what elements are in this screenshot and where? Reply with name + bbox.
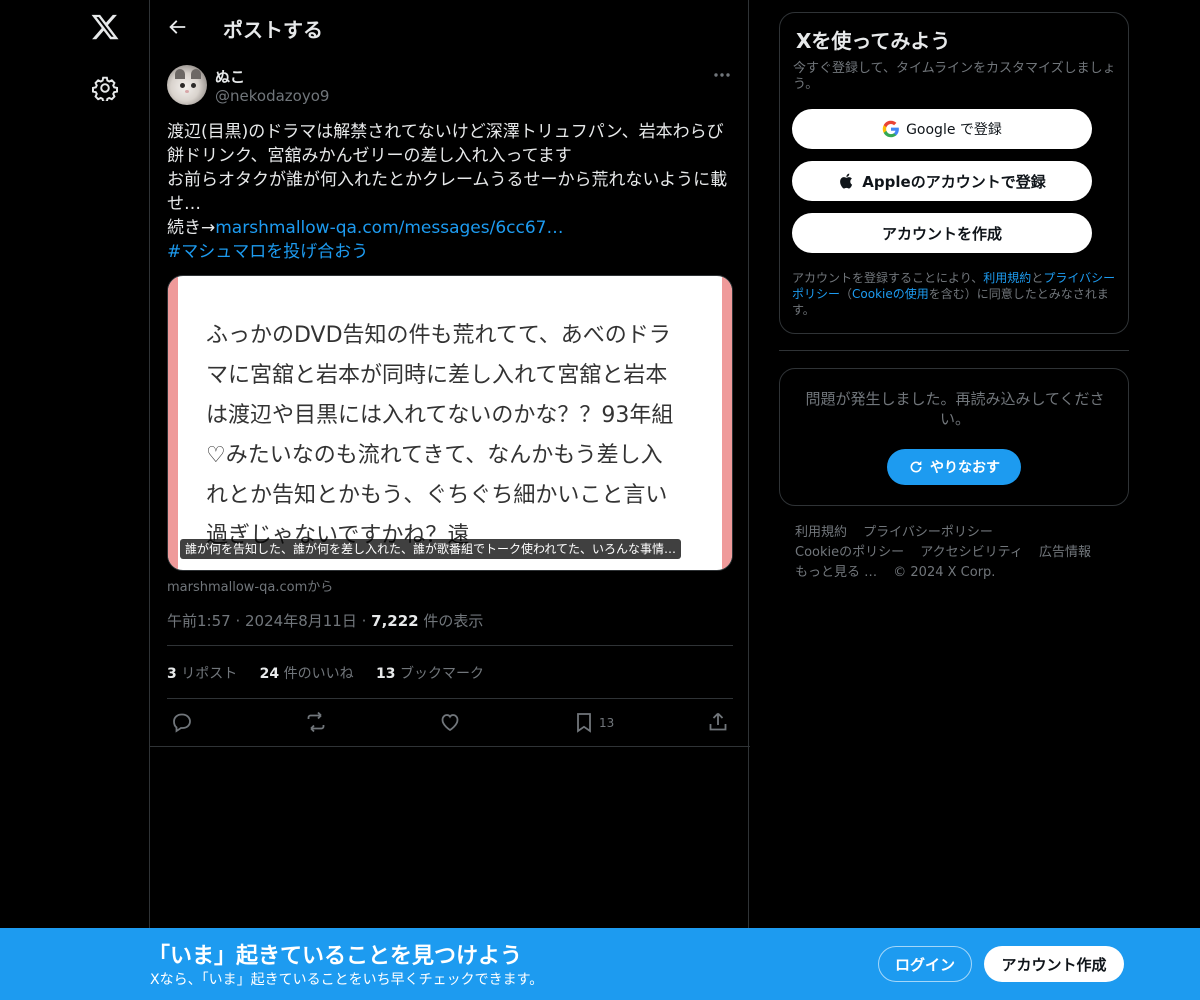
apple-icon (840, 173, 853, 189)
bottom-banner: 「いま」起きていることを見つけよう Xなら、「いま」起きていることをいち早くチェ… (0, 928, 1200, 1000)
refresh-icon (910, 461, 922, 473)
more-options-icon[interactable] (710, 65, 734, 85)
repost-icon[interactable] (304, 710, 328, 734)
avatar[interactable] (167, 65, 207, 105)
footer-privacy-link[interactable]: プライバシーポリシー (863, 525, 993, 540)
banner-title: 「いま」起きていることを見つけよう (148, 944, 523, 969)
bookmark-count: 13 (599, 716, 615, 730)
signup-button[interactable]: アカウント作成 (984, 946, 1124, 982)
apple-signup-button[interactable]: Appleのアカウントで登録 (792, 161, 1092, 201)
author-display-name[interactable]: ぬこ (215, 66, 245, 87)
terms-link[interactable]: 利用規約 (983, 271, 1031, 285)
retry-button[interactable]: やりなおす (887, 449, 1021, 485)
footer-copyright: © 2024 X Corp. (893, 565, 996, 580)
tweet-text-line: 渡辺(目黒)のドラマは解禁されてないけど深澤トリュフパン、岩本わらび (167, 122, 724, 142)
tweet-date[interactable]: 2024年8月11日 (245, 612, 357, 630)
back-arrow-icon[interactable] (166, 16, 188, 38)
banner-subtitle: Xなら、「いま」起きていることをいち早くチェックできます。 (150, 972, 544, 988)
footer-terms-link[interactable]: 利用規約 (795, 525, 847, 540)
signup-subtitle: 今すぐ登録して、タイムラインをカスタマイズしましょう。 (793, 61, 1116, 92)
tweet-text: 渡辺(目黒)のドラマは解禁されてないけど深澤トリュフパン、岩本わらび 餅ドリンク… (167, 120, 735, 264)
tweet-actions (150, 710, 750, 740)
reply-icon[interactable] (170, 710, 194, 734)
bookmarks-stat[interactable]: 13 ブックマーク (376, 666, 484, 682)
media-text-line: ふっかのDVD告知の件も荒れてて、あべのドラ (206, 323, 671, 348)
views-count: 7,222 (371, 612, 419, 630)
likes-stat[interactable]: 24 件のいいね (260, 666, 354, 682)
apple-signup-label: Appleのアカウントで登録 (862, 172, 1046, 191)
create-account-button[interactable]: アカウントを作成 (792, 213, 1092, 253)
media-image[interactable]: ふっかのDVD告知の件も荒れてて、あべのドラ マに宮舘と岩本が同時に差し入れて宮… (167, 275, 733, 571)
footer-ads-link[interactable]: 広告情報 (1039, 545, 1091, 560)
media-text-line: ♡みたいなのも流れてきて、なんかもう差し入 (206, 443, 663, 468)
footer-more-link[interactable]: もっと見る … (795, 565, 877, 580)
bookmark-icon[interactable] (572, 710, 596, 734)
google-icon (882, 120, 899, 138)
tweet-stats: 3 リポスト 24 件のいいね 13 ブックマーク (167, 663, 502, 683)
google-signup-button[interactable]: Google で登録 (792, 109, 1092, 149)
media-source[interactable]: marshmallow-qa.comから (167, 576, 333, 595)
media-caption: 誰が何を告知した、誰が何を差し入れた、誰が歌番組でトーク使われてた、いろんな事情… (180, 539, 682, 559)
continue-prefix: 続き→ (167, 218, 216, 238)
views-label: 件の表示 (423, 612, 484, 630)
divider (779, 350, 1129, 351)
x-logo-icon[interactable] (90, 12, 120, 42)
error-box: 問題が発生しました。再読み込みしてください。 やりなおす (779, 368, 1129, 506)
gear-icon[interactable] (92, 75, 118, 101)
footer-accessibility-link[interactable]: アクセシビリティ (920, 545, 1023, 560)
retry-label: やりなおす (930, 460, 1000, 476)
reposts-stat[interactable]: 3 リポスト (167, 666, 237, 682)
divider (167, 698, 733, 699)
divider (167, 645, 733, 646)
tweet-text-line: せ… (167, 194, 201, 214)
footer-cookie-link[interactable]: Cookieのポリシー (795, 545, 904, 560)
signup-title: Xを使ってみよう (796, 29, 951, 53)
main-column: ポストする ぬこ @nekodazoyo9 渡辺(目黒)のドラマは解禁されてない… (149, 0, 750, 1000)
media-text-line: れとか告知とかもう、ぐちぐち細かいこと言い (206, 483, 668, 508)
divider (150, 746, 750, 747)
cookie-link[interactable]: Cookieの使用 (852, 287, 929, 301)
login-button[interactable]: ログイン (878, 946, 972, 982)
tweet-text-line: 餅ドリンク、宮舘みかんゼリーの差し入れ入ってます (167, 146, 572, 166)
media-text: ふっかのDVD告知の件も荒れてて、あべのドラ マに宮舘と岩本が同時に差し入れて宮… (206, 316, 696, 556)
share-icon[interactable] (706, 710, 730, 734)
signup-card: Xを使ってみよう 今すぐ登録して、タイムラインをカスタマイズしましょう。 Goo… (779, 12, 1129, 334)
tweet-time[interactable]: 午前1:57 (167, 612, 231, 630)
tweet-text-line: お前らオタクが誰が何入れたとかクレームうるせーから荒れないように載 (167, 170, 728, 190)
tweet-meta: 午前1:57 · 2024年8月11日 · 7,222 件の表示 (167, 612, 484, 630)
page-title: ポストする (223, 18, 323, 42)
page-header: ポストする (150, 0, 750, 53)
signup-terms: アカウントを登録することにより、利用規約とプライバシーポリシー（Cookieの使… (792, 271, 1116, 317)
media-text-line: は渡辺や目黒には入れてないのかな？？93年組 (206, 403, 674, 428)
left-nav (0, 0, 150, 1000)
footer-links: 利用規約 プライバシーポリシー Cookieのポリシー アクセシビリティ 広告情… (795, 523, 1115, 583)
error-message: 問題が発生しました。再読み込みしてください。 (805, 390, 1105, 428)
google-signup-label: Google で登録 (906, 122, 1002, 138)
author-handle[interactable]: @nekodazoyo9 (215, 87, 329, 105)
media-text-line: マに宮舘と岩本が同時に差し入れて宮舘と岩本 (206, 363, 668, 388)
continue-link[interactable]: marshmallow-qa.com/messages/6cc67… (215, 218, 563, 238)
hashtag-link[interactable]: #マシュマロを投げ合おう (167, 240, 735, 264)
tweet-continue-line: 続き→marshmallow-qa.com/messages/6cc67… (167, 216, 735, 240)
like-icon[interactable] (438, 710, 462, 734)
